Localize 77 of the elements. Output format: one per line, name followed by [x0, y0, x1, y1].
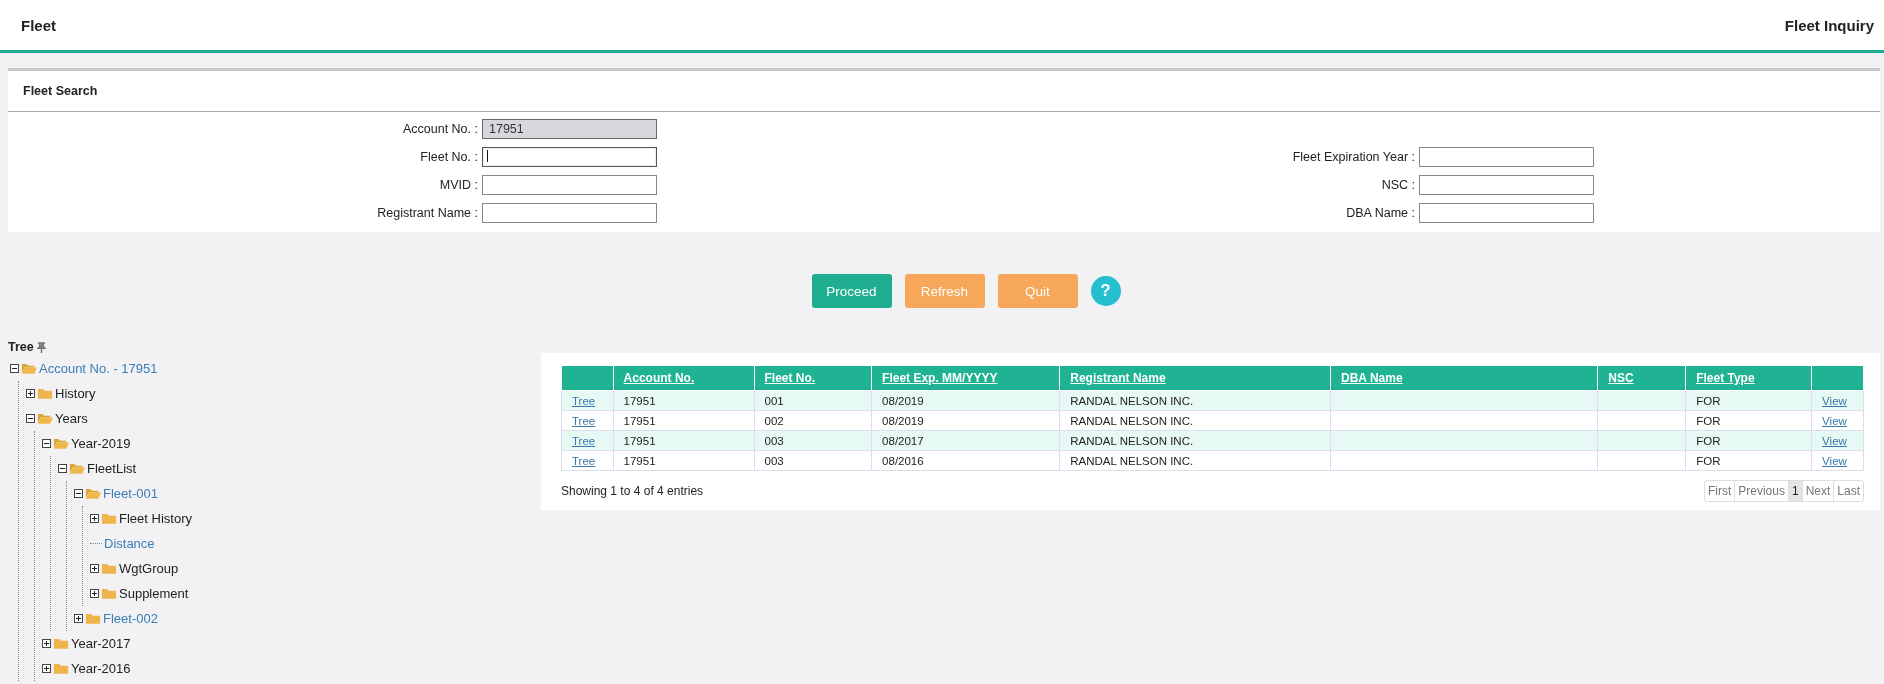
open-folder-icon: [85, 487, 101, 500]
tree-item[interactable]: Distance: [104, 536, 155, 551]
panel-title: Fleet Search: [8, 71, 1880, 112]
header-cell: [561, 365, 614, 391]
app-title: Fleet: [21, 16, 56, 34]
entries-summary: Showing 1 to 4 of 4 entries: [561, 484, 704, 498]
collapse-icon[interactable]: [42, 439, 51, 448]
collapse-icon[interactable]: [58, 464, 67, 473]
tree-item[interactable]: Account No. - 17951: [39, 361, 158, 376]
expand-icon[interactable]: [90, 514, 99, 523]
field-label: Registrant Name :: [376, 206, 479, 220]
expand-icon[interactable]: [42, 664, 51, 673]
tree-item[interactable]: Supplement: [119, 586, 189, 601]
folder-icon: [101, 512, 117, 525]
tree-item[interactable]: Fleet-002: [103, 611, 158, 626]
collapse-icon[interactable]: [10, 364, 19, 373]
folder-icon: [101, 562, 117, 575]
tree-item[interactable]: Year-2019: [71, 436, 131, 451]
pin-icon[interactable]: [36, 341, 46, 353]
tree-item[interactable]: Fleet History: [119, 511, 192, 526]
column-header[interactable]: DBA Name: [1330, 365, 1598, 391]
input-field[interactable]: [482, 175, 657, 195]
table-cell: FOR: [1685, 410, 1812, 431]
input-field[interactable]: [482, 203, 657, 223]
field-label: Fleet Expiration Year :: [1291, 150, 1416, 164]
table-cell: FOR: [1685, 450, 1812, 471]
collapse-icon[interactable]: [74, 489, 83, 498]
column-header[interactable]: Fleet Exp. MM/YYYY: [871, 365, 1060, 391]
expand-icon[interactable]: [42, 639, 51, 648]
folder-icon: [85, 612, 101, 625]
field-label: NSC :: [1380, 178, 1416, 192]
tree-item[interactable]: Year-2017: [71, 636, 131, 651]
open-folder-icon: [21, 362, 37, 375]
input-field[interactable]: [1419, 147, 1594, 167]
folder-icon: [53, 637, 69, 650]
tree-item[interactable]: Year-2016: [71, 661, 131, 676]
column-header[interactable]: Account No.: [613, 365, 754, 391]
tree-item[interactable]: WgtGroup: [119, 561, 179, 576]
field-label: DBA Name :: [1345, 206, 1416, 220]
input-field[interactable]: [1419, 203, 1594, 223]
page-title: Fleet Inquiry: [1784, 16, 1874, 34]
header-cell: [1811, 365, 1864, 391]
field-label: MVID :: [438, 178, 479, 192]
field-label: Fleet No. :: [419, 150, 479, 164]
expand-icon[interactable]: [74, 614, 83, 623]
column-header[interactable]: Registrant Name: [1059, 365, 1331, 391]
collapse-icon[interactable]: [26, 414, 35, 423]
tree-item[interactable]: Fleet-001: [103, 486, 158, 501]
tree-item[interactable]: History: [55, 386, 96, 401]
open-folder-icon: [53, 437, 69, 450]
input-field[interactable]: [482, 147, 657, 167]
primary-button[interactable]: Proceed: [811, 274, 892, 308]
column-header[interactable]: Fleet No.: [754, 365, 872, 391]
expand-icon[interactable]: [90, 564, 99, 573]
folder-icon: [37, 387, 53, 400]
table-cell: 17951: [613, 410, 754, 431]
table-cell: 002: [754, 410, 872, 431]
table-cell: 08/2019: [871, 410, 1060, 431]
expand-icon[interactable]: [90, 589, 99, 598]
table-cell: RANDAL NELSON INC.: [1059, 450, 1331, 471]
tree-title: Tree: [8, 340, 34, 354]
column-header[interactable]: Fleet Type: [1685, 365, 1812, 391]
table-cell: RANDAL NELSON INC.: [1059, 410, 1331, 431]
table-cell: 003: [754, 450, 872, 471]
tree-item[interactable]: Years: [55, 411, 88, 426]
tree-item[interactable]: FleetList: [87, 461, 137, 476]
open-folder-icon: [37, 412, 53, 425]
field-label: Account No. :: [401, 122, 479, 136]
column-header[interactable]: NSC: [1597, 365, 1686, 391]
folder-icon: [101, 587, 117, 600]
expand-icon[interactable]: [26, 389, 35, 398]
folder-icon: [53, 662, 69, 675]
open-folder-icon: [69, 462, 85, 475]
page-link[interactable]: 1: [1787, 481, 1802, 501]
input-field[interactable]: [1419, 175, 1594, 195]
table-cell: 08/2016: [871, 450, 1060, 471]
table-cell: 17951: [613, 450, 754, 471]
